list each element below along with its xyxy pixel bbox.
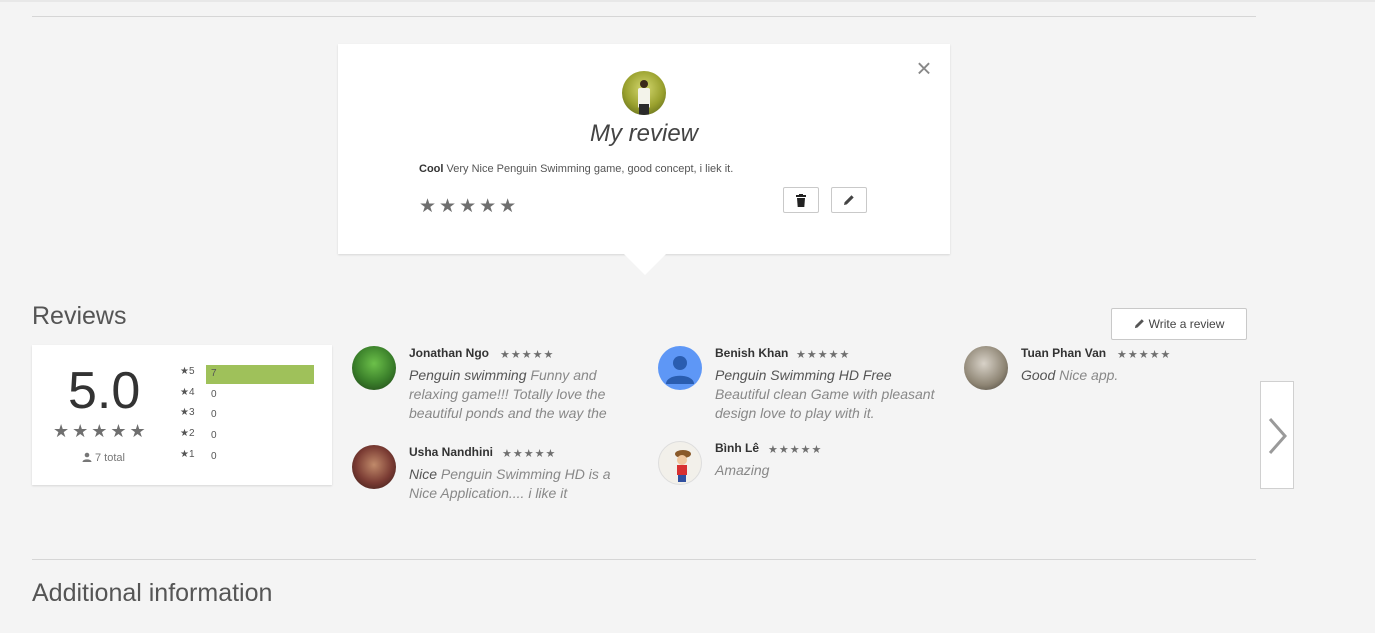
my-review-text: Cool Very Nice Penguin Swimming game, go… — [419, 163, 733, 175]
avatar — [658, 441, 702, 485]
review-text: Amazing — [715, 461, 941, 480]
review-title: Good — [1021, 367, 1056, 383]
review-title: Penguin swimming — [409, 367, 527, 383]
star-icon: ★ — [180, 407, 189, 418]
next-reviews-button[interactable] — [1260, 381, 1294, 489]
reviewer-name: Jonathan Ngo — [409, 346, 489, 360]
cartoon-avatar-icon — [675, 450, 691, 482]
histogram-label: 3 — [188, 407, 195, 418]
reviewer-stars: ★★★★★ — [500, 349, 555, 361]
rating-summary: 5.0 ★★★★★ 7 total ★5 7 ★4 0 ★3 0 ★2 0 ★1… — [32, 345, 332, 485]
star-icon: ★ — [180, 366, 189, 377]
avatar — [658, 346, 702, 390]
review-body: Penguin Swimming HD is a Nice Applicatio… — [409, 466, 611, 501]
histogram-label: 4 — [188, 387, 195, 398]
review-body: Nice app. — [1059, 367, 1119, 383]
histogram-count: 0 — [211, 409, 217, 420]
histogram-label: 5 — [188, 366, 195, 377]
my-review-card: × My review Cool Very Nice Penguin Swimm… — [338, 44, 950, 275]
my-review-stars: ★★★★★ — [419, 195, 519, 218]
review-text: Nice Penguin Swimming HD is a Nice Appli… — [409, 465, 635, 503]
total-count: 7 total — [95, 452, 125, 464]
average-stars: ★★★★★ — [53, 421, 149, 442]
histogram-label: 1 — [188, 449, 195, 460]
histogram-count: 0 — [211, 389, 217, 400]
section-divider — [32, 559, 1256, 560]
reviews-heading: Reviews — [32, 302, 127, 330]
histogram-label: 2 — [188, 428, 195, 439]
review-body: Amazing — [715, 462, 770, 478]
edit-review-button[interactable] — [831, 187, 867, 213]
write-review-button[interactable]: Write a review — [1111, 308, 1247, 340]
close-icon[interactable]: × — [914, 55, 934, 81]
delete-review-button[interactable] — [783, 187, 819, 213]
histogram-count: 7 — [211, 368, 217, 379]
avatar — [964, 346, 1008, 390]
total-ratings: 7 total — [82, 452, 125, 464]
review-title: Nice — [409, 466, 438, 482]
review-title: Penguin Swimming HD Free — [715, 367, 892, 383]
review-text: Penguin swimming Funny and relaxing game… — [409, 366, 635, 423]
reviewer-stars: ★★★★★ — [796, 349, 851, 361]
card-pointer — [624, 254, 666, 275]
histogram-count: 0 — [211, 430, 217, 441]
reviewer-stars: ★★★★★ — [1117, 349, 1172, 361]
reviewer-name: Usha Nandhini — [409, 445, 494, 459]
reviewer-name: Benish Khan — [715, 346, 789, 360]
trash-icon — [796, 194, 806, 207]
my-avatar — [622, 71, 666, 115]
histogram-bar — [206, 365, 314, 384]
reviewer-name: Tuan Phan Van — [1021, 346, 1107, 360]
average-score: 5.0 — [68, 362, 141, 420]
rating-stars: ★★★★★ — [53, 421, 149, 441]
star-icon: ★ — [180, 387, 189, 398]
avatar — [352, 445, 396, 489]
review-body: Beautiful clean Game with pleasant desig… — [715, 386, 935, 421]
person-icon — [82, 452, 92, 462]
top-border — [0, 0, 1375, 2]
pencil-icon — [1134, 319, 1144, 329]
star-icon: ★ — [180, 449, 189, 460]
default-avatar-icon — [666, 356, 694, 384]
review-text: Good Nice app. — [1021, 366, 1247, 385]
star-icon: ★ — [180, 428, 189, 439]
histogram-count: 0 — [211, 451, 217, 462]
additional-info-heading: Additional information — [32, 579, 273, 607]
section-divider — [32, 16, 1256, 17]
reviewer-stars: ★★★★★ — [502, 448, 557, 460]
my-review-body: Very Nice Penguin Swimming game, good co… — [446, 163, 734, 175]
avatar — [352, 346, 396, 390]
my-review-title: My review — [589, 120, 698, 147]
reviewer-stars: ★★★★★ — [768, 444, 823, 456]
chevron-right-icon — [1268, 418, 1288, 454]
review-text: Penguin Swimming HD Free Beautiful clean… — [715, 366, 941, 423]
write-review-label: Write a review — [1148, 317, 1225, 331]
reviewer-name: Bình Lê — [715, 441, 759, 455]
pencil-icon — [844, 195, 854, 205]
rating-stars: ★★★★★ — [419, 196, 520, 217]
my-review-heading: Cool — [419, 163, 444, 175]
